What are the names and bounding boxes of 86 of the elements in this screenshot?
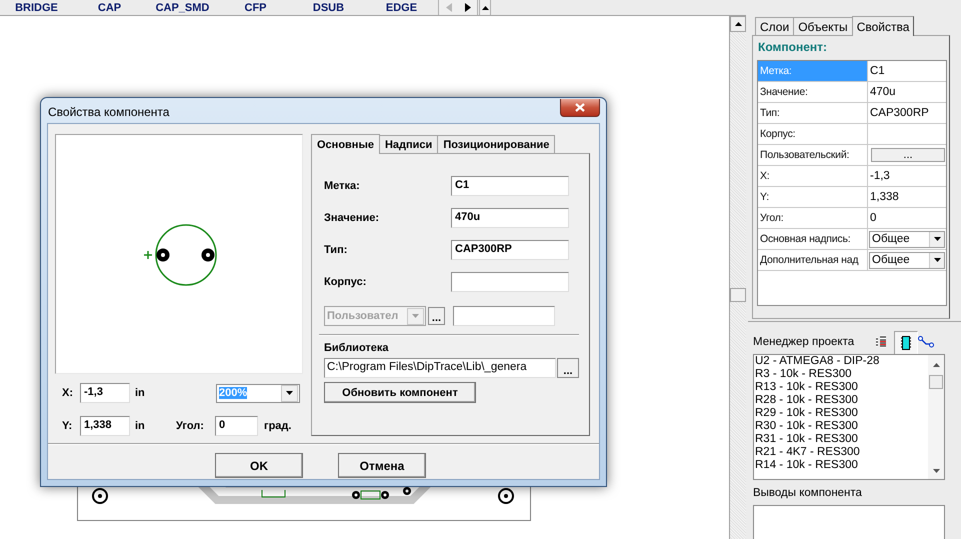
list-item[interactable]: R31 - 10k - RES300 bbox=[755, 433, 928, 446]
caret-icon bbox=[934, 258, 940, 262]
property-value: CAP300RP bbox=[870, 107, 929, 119]
unit-label: in bbox=[135, 387, 146, 399]
triangle-down-icon bbox=[932, 469, 940, 473]
input-field[interactable] bbox=[451, 272, 569, 292]
property-value: 0 bbox=[870, 212, 876, 224]
library-tab[interactable]: BRIDGE bbox=[0, 2, 73, 14]
library-tab[interactable]: CFP bbox=[219, 2, 292, 14]
browse-button[interactable]: ... bbox=[871, 148, 945, 162]
caret-icon bbox=[286, 391, 293, 395]
property-name[interactable]: Значение: bbox=[758, 82, 868, 102]
input-field[interactable]: 0 bbox=[215, 416, 258, 436]
library-tab[interactable]: CAP bbox=[73, 2, 146, 14]
property-name[interactable]: Y: bbox=[758, 187, 868, 207]
property-name[interactable]: Угол: bbox=[758, 208, 868, 228]
property-name[interactable]: Корпус: bbox=[758, 124, 868, 144]
property-value: 470u bbox=[870, 86, 896, 98]
unit-label: град. bbox=[264, 420, 292, 432]
browse-button[interactable]: ... bbox=[557, 358, 579, 378]
input-field[interactable]: -1,3 bbox=[80, 383, 130, 403]
tab[interactable]: Надписи bbox=[378, 135, 438, 153]
field-label: Значение: bbox=[324, 212, 380, 224]
property-dropdown[interactable]: Общее bbox=[869, 252, 945, 268]
field-label: Корпус: bbox=[324, 276, 368, 288]
field-label: Метка: bbox=[324, 180, 361, 192]
scroll-up-button[interactable] bbox=[479, 0, 491, 15]
tab[interactable]: Позиционирование bbox=[437, 135, 556, 153]
wire-icon[interactable] bbox=[918, 336, 934, 348]
dialog-button[interactable]: OK bbox=[215, 453, 303, 478]
triangle-up-icon bbox=[734, 22, 742, 26]
input-field[interactable] bbox=[453, 306, 555, 326]
list-item[interactable]: R30 - 10k - RES300 bbox=[755, 420, 928, 433]
property-name[interactable]: Основная надпись: bbox=[758, 229, 868, 249]
unit-label: in bbox=[135, 420, 146, 432]
field-label: Тип: bbox=[324, 244, 348, 256]
list-item[interactable]: U2 - ATMEGA8 - DIP-28 bbox=[755, 355, 928, 368]
list-item[interactable]: R13 - 10k - RES300 bbox=[755, 381, 928, 394]
library-tab[interactable]: CAP_SMD bbox=[146, 2, 219, 14]
library-tab[interactable]: DSUB bbox=[292, 2, 365, 14]
triangle-right-icon bbox=[464, 3, 470, 12]
library-path-field[interactable]: C:\Program Files\DipTrace\Lib\_genera bbox=[324, 358, 556, 378]
field-label: Y: bbox=[62, 420, 74, 432]
property-name[interactable]: Тип: bbox=[758, 103, 868, 123]
library-tab[interactable]: EDGE bbox=[365, 2, 438, 14]
property-name[interactable]: X: bbox=[758, 166, 868, 186]
property-value: C1 bbox=[870, 65, 885, 77]
field-label: X: bbox=[62, 387, 74, 399]
triangle-left-icon bbox=[446, 3, 452, 12]
list-item[interactable]: R28 - 10k - RES300 bbox=[755, 394, 928, 407]
triangle-up-icon bbox=[932, 363, 940, 367]
chip-icon bbox=[900, 334, 912, 350]
list-item[interactable]: R14 - 10k - RES300 bbox=[755, 459, 928, 472]
property-value: 1,338 bbox=[870, 191, 899, 203]
tab[interactable]: Основные bbox=[311, 134, 380, 154]
update-component-button[interactable]: Обновить компонент bbox=[324, 382, 476, 403]
triangle-up-icon bbox=[482, 6, 488, 10]
close-icon bbox=[575, 103, 585, 112]
section-heading: Менеджер проекта bbox=[753, 336, 856, 348]
caret-icon bbox=[412, 314, 419, 318]
input-field[interactable]: C1 bbox=[451, 176, 569, 196]
close-button[interactable] bbox=[560, 99, 600, 117]
section-label: Библиотека bbox=[324, 342, 390, 356]
property-dropdown[interactable]: Общее bbox=[869, 230, 945, 248]
caret-icon bbox=[934, 237, 940, 241]
list-item[interactable]: R3 - 10k - RES300 bbox=[755, 368, 928, 381]
section-heading: Компонент: bbox=[758, 40, 828, 56]
input-field[interactable]: CAP300RP bbox=[451, 240, 569, 260]
input-field[interactable]: 1,338 bbox=[80, 416, 130, 436]
dialog-title: Свойства компонента bbox=[48, 104, 170, 118]
property-name[interactable]: Пользовательский: bbox=[758, 145, 868, 165]
list-icon[interactable] bbox=[876, 336, 886, 348]
property-value: -1,3 bbox=[870, 170, 890, 182]
input-field[interactable]: 470u bbox=[451, 208, 569, 228]
dialog-button[interactable]: Отмена bbox=[338, 453, 426, 478]
list-item[interactable]: R21 - 4K7 - RES300 bbox=[755, 446, 928, 459]
section-heading: Выводы компонента bbox=[753, 487, 863, 501]
scrollbar-thumb[interactable] bbox=[730, 288, 746, 302]
component-view-button[interactable] bbox=[894, 330, 918, 354]
field-label: Угол: bbox=[176, 420, 205, 432]
property-name[interactable]: Дополнительная над bbox=[758, 250, 868, 270]
tab[interactable]: Слои bbox=[755, 17, 794, 35]
scroll-up-button[interactable] bbox=[730, 16, 746, 32]
scrollbar-thumb[interactable] bbox=[929, 375, 943, 389]
list-item[interactable]: R29 - 10k - RES300 bbox=[755, 407, 928, 420]
tab[interactable]: Свойства bbox=[852, 16, 914, 36]
